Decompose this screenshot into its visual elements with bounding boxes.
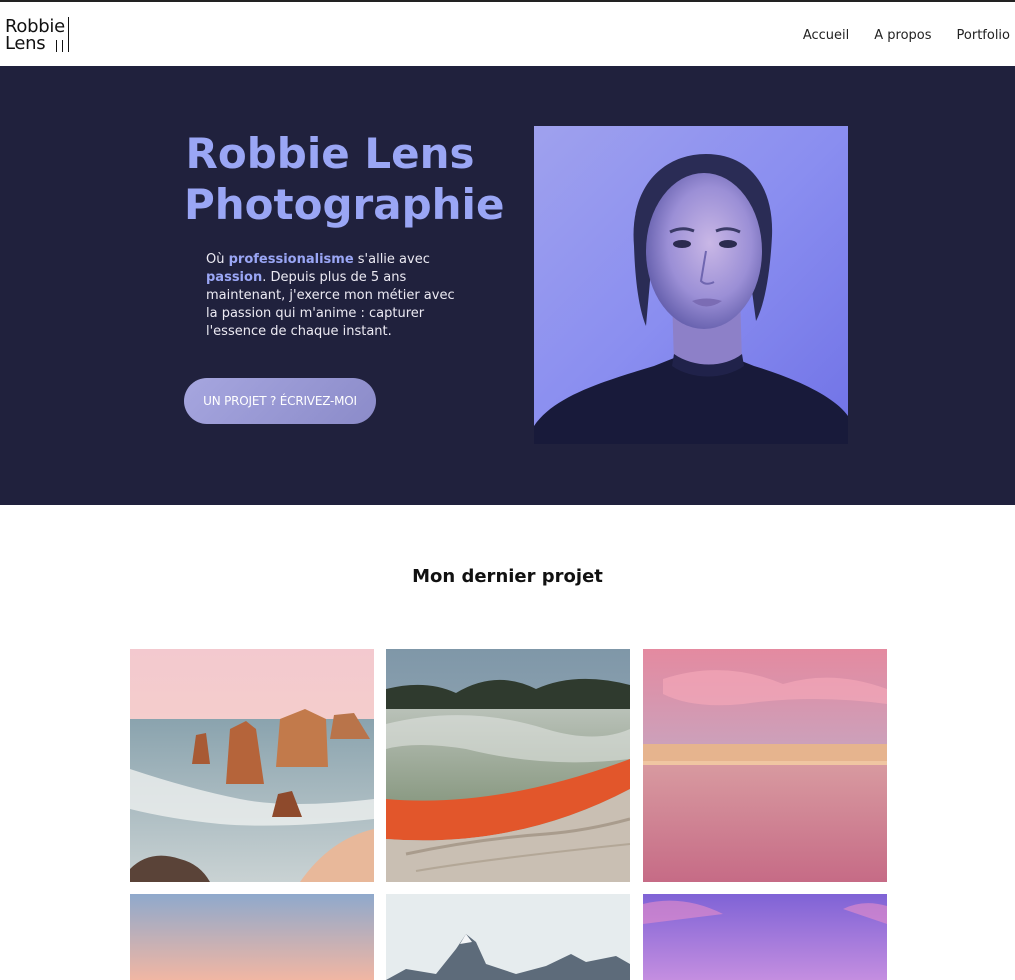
- logo[interactable]: Robbie Lens: [5, 16, 75, 56]
- hero-title: Robbie Lens Photographie: [184, 128, 504, 230]
- logo-line-2: Lens: [5, 33, 46, 54]
- hero-description: Où professionalisme s'allie avec passion…: [206, 251, 464, 341]
- gallery-photo-mountains[interactable]: [386, 894, 630, 980]
- hero-section: Robbie Lens Photographie Où professional…: [0, 66, 1015, 505]
- main-nav: Accueil A propos Portfolio: [803, 28, 1010, 43]
- nav-item-a-propos[interactable]: A propos: [874, 28, 931, 43]
- hero-title-line-2: Photographie: [184, 180, 505, 229]
- dusk-sky-image: [130, 894, 374, 980]
- portrait-illustration: [534, 126, 848, 444]
- logo-bar: [56, 40, 57, 52]
- hero-title-line-1: Robbie Lens: [185, 129, 475, 178]
- gallery-photo-sea-stacks[interactable]: [130, 649, 374, 882]
- project-section-title: Mon dernier projet: [412, 566, 603, 587]
- desc-highlight-passion: passion: [206, 270, 263, 285]
- gallery-photo-hot-spring[interactable]: [386, 649, 630, 882]
- nav-item-accueil[interactable]: Accueil: [803, 28, 849, 43]
- contact-cta-button[interactable]: UN PROJET ? ÉCRIVEZ-MOI: [184, 378, 376, 424]
- pink-lake-image: [643, 649, 887, 882]
- logo-bar: [62, 40, 63, 52]
- logo-bar: [68, 17, 69, 52]
- gallery-photo-violet-sky[interactable]: [643, 894, 887, 980]
- nav-item-portfolio[interactable]: Portfolio: [957, 28, 1010, 43]
- violet-sky-image: [643, 894, 887, 980]
- desc-middle: s'allie avec: [353, 252, 430, 267]
- gallery-photo-pink-lake[interactable]: [643, 649, 887, 882]
- site-header: Robbie Lens Accueil A propos Portfolio: [0, 0, 1015, 66]
- sea-stacks-image: [130, 649, 374, 882]
- gallery-photo-dusk-sky[interactable]: [130, 894, 374, 980]
- desc-prefix: Où: [206, 252, 229, 267]
- desc-highlight-professionalisme: professionalisme: [228, 252, 354, 267]
- hot-spring-image: [386, 649, 630, 882]
- mountains-image: [386, 894, 630, 980]
- portrait-photo: [534, 126, 848, 444]
